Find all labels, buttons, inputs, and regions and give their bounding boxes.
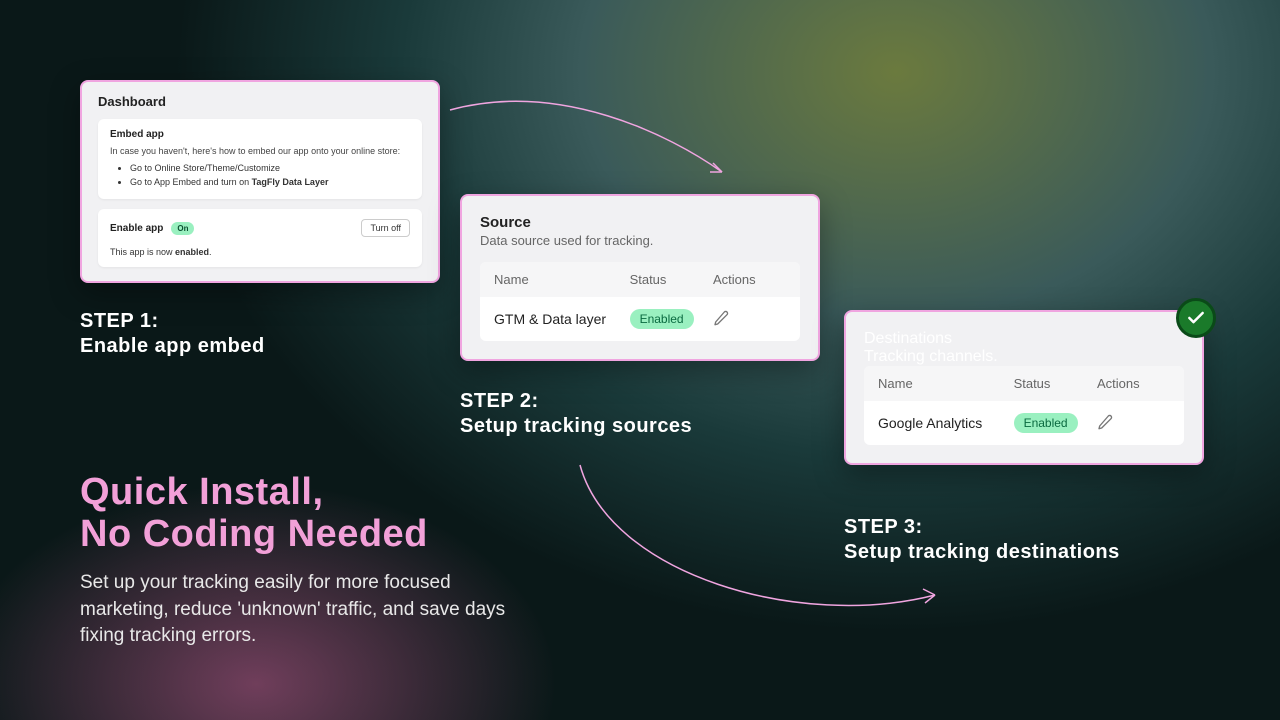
step1-label: STEP 1: Enable app embed [80, 310, 265, 358]
step2-label-line2: Setup tracking sources [460, 415, 692, 438]
dashboard-title: Dashboard [98, 94, 422, 109]
col-status: Status [630, 272, 713, 287]
embed-step-1: Go to Online Store/Theme/Customize [130, 162, 410, 176]
step3-label-line2: Setup tracking destinations [844, 541, 1120, 564]
enable-title: Enable app [110, 223, 163, 234]
embed-steps-list: Go to Online Store/Theme/Customize Go to… [110, 162, 410, 189]
edit-icon[interactable] [1097, 414, 1113, 430]
turn-off-button[interactable]: Turn off [361, 219, 410, 237]
checkmark-icon [1176, 298, 1216, 338]
embed-title: Embed app [110, 129, 410, 140]
step1-label-line1: STEP 1: [80, 310, 265, 333]
marketing-subhead: Set up your tracking easily for more foc… [80, 570, 520, 650]
destinations-table-header: Name Status Actions [864, 366, 1184, 401]
step3-label: STEP 3: Setup tracking destinations [844, 516, 1120, 564]
destinations-desc: Tracking channels. [864, 348, 1184, 366]
arrow-1-to-2 [440, 90, 740, 210]
source-title: Source [480, 214, 800, 231]
enable-status-prefix: This app is now [110, 247, 175, 257]
embed-step2-bold: TagFly Data Layer [252, 177, 329, 187]
source-table: Name Status Actions GTM & Data layer Ena… [480, 262, 800, 341]
headline-line2: No Coding Needed [80, 514, 428, 556]
enable-status-text: This app is now enabled. [110, 247, 410, 257]
col-actions: Actions [1097, 376, 1170, 391]
source-row-name: GTM & Data layer [494, 311, 630, 327]
destinations-table: Name Status Actions Google Analytics Ena… [864, 366, 1184, 445]
destinations-row-name: Google Analytics [878, 415, 1014, 431]
step3-destinations-card: Destinations Tracking channels. Name Sta… [844, 310, 1204, 465]
headline-line1: Quick Install, [80, 472, 428, 514]
embed-step2-prefix: Go to App Embed and turn on [130, 177, 252, 187]
source-desc: Data source used for tracking. [480, 233, 800, 248]
enable-badge-on: On [171, 222, 194, 235]
col-actions: Actions [713, 272, 786, 287]
enable-panel: Enable app On Turn off This app is now e… [98, 209, 422, 267]
step2-source-card: Source Data source used for tracking. Na… [460, 194, 820, 361]
step1-label-line2: Enable app embed [80, 335, 265, 358]
col-status: Status [1014, 376, 1097, 391]
col-name: Name [494, 272, 630, 287]
source-table-header: Name Status Actions [480, 262, 800, 297]
destinations-title: Destinations [864, 330, 1184, 348]
enable-status-bold: enabled [175, 247, 209, 257]
col-name: Name [878, 376, 1014, 391]
source-row-gtm: GTM & Data layer Enabled [480, 297, 800, 341]
destinations-row-status-badge: Enabled [1014, 413, 1078, 433]
marketing-headline: Quick Install, No Coding Needed [80, 472, 428, 556]
step3-label-line1: STEP 3: [844, 516, 1120, 539]
enable-status-suffix: . [209, 247, 212, 257]
embed-desc: In case you haven't, here's how to embed… [110, 146, 410, 156]
source-row-status-badge: Enabled [630, 309, 694, 329]
embed-panel: Embed app In case you haven't, here's ho… [98, 119, 422, 199]
embed-step-2: Go to App Embed and turn on TagFly Data … [130, 176, 410, 190]
step1-dashboard-card: Dashboard Embed app In case you haven't,… [80, 80, 440, 283]
step2-label: STEP 2: Setup tracking sources [460, 390, 692, 438]
destinations-row-ga: Google Analytics Enabled [864, 401, 1184, 445]
step2-label-line1: STEP 2: [460, 390, 692, 413]
edit-icon[interactable] [713, 310, 729, 326]
